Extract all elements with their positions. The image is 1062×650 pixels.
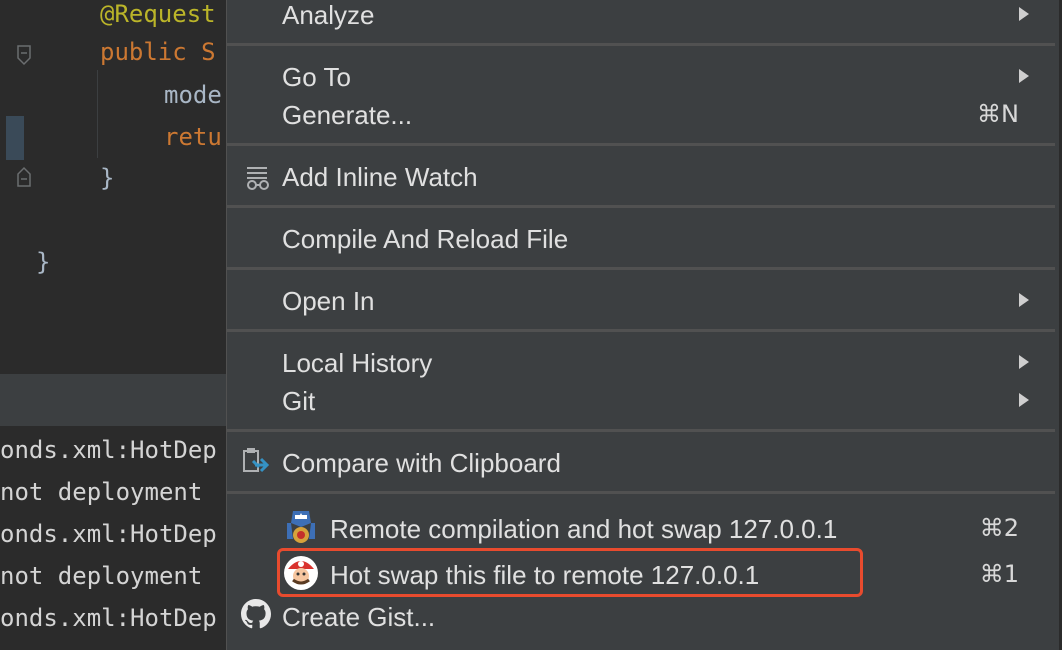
code-line-model: mode bbox=[164, 81, 222, 109]
menu-item-label: Git bbox=[282, 386, 316, 416]
breakpoint-gutter-highlight bbox=[6, 116, 24, 160]
highlight-annotation-box bbox=[277, 548, 863, 597]
shortcut-label: ⌘2 bbox=[979, 514, 1019, 542]
console-line: onds.xml:HotDep bbox=[0, 604, 217, 632]
menu-item-label: Generate... bbox=[282, 100, 413, 130]
menu-item-label: Remote compilation and hot swap 127.0.0.… bbox=[330, 514, 838, 544]
menu-separator bbox=[227, 43, 1059, 46]
menu-separator bbox=[227, 429, 1059, 432]
menu-item-label: Open In bbox=[282, 286, 375, 316]
fold-marker-icon[interactable] bbox=[16, 44, 32, 71]
submenu-arrow-icon bbox=[1019, 293, 1029, 307]
menu-item-generate[interactable]: Generate... ⌘N bbox=[227, 95, 1059, 133]
menu-separator bbox=[227, 329, 1059, 332]
menu-item-go-to[interactable]: Go To bbox=[227, 57, 1059, 95]
submenu-arrow-icon bbox=[1019, 7, 1029, 21]
menu-item-label: Add Inline Watch bbox=[282, 162, 478, 192]
menu-item-compile-reload[interactable]: Compile And Reload File bbox=[227, 219, 1059, 257]
menu-item-remote-compile[interactable]: Remote compilation and hot swap 127.0.0.… bbox=[227, 509, 1059, 547]
code-line-return: retu bbox=[164, 123, 222, 151]
menu-item-label: Compile And Reload File bbox=[282, 224, 569, 254]
console-output[interactable]: onds.xml:HotDep not deployment onds.xml:… bbox=[0, 426, 230, 650]
menu-scrollbar[interactable] bbox=[1055, 0, 1059, 650]
shortcut-label: ⌘N bbox=[977, 100, 1019, 128]
menu-separator bbox=[227, 143, 1059, 146]
github-icon bbox=[241, 599, 271, 636]
menu-item-compare-clipboard[interactable]: Compare with Clipboard bbox=[227, 443, 1059, 481]
menu-item-label: Create Gist... bbox=[282, 602, 436, 632]
fold-marker-icon[interactable] bbox=[16, 166, 32, 193]
shortcut-label: ⌘1 bbox=[979, 560, 1019, 588]
context-menu: Analyze Go To Generate... ⌘N Add Inline … bbox=[226, 0, 1059, 650]
console-line: not deployment bbox=[0, 478, 217, 506]
console-toolbar bbox=[0, 374, 230, 426]
code-line-close-brace: } bbox=[36, 248, 51, 276]
menu-item-create-gist[interactable]: Create Gist... bbox=[227, 597, 1059, 635]
menu-separator bbox=[227, 267, 1059, 270]
menu-separator bbox=[227, 491, 1059, 494]
submenu-arrow-icon bbox=[1019, 355, 1029, 369]
indent-guide bbox=[97, 70, 98, 158]
menu-item-open-in[interactable]: Open In bbox=[227, 281, 1059, 319]
menu-item-label: Compare with Clipboard bbox=[282, 448, 561, 478]
menu-separator bbox=[227, 205, 1059, 208]
console-line: onds.xml:HotDep bbox=[0, 520, 217, 548]
console-line: not deployment bbox=[0, 562, 217, 590]
submenu-arrow-icon bbox=[1019, 393, 1029, 407]
code-editor[interactable]: @Request public S mode retu } } bbox=[0, 0, 230, 374]
menu-item-add-inline-watch[interactable]: Add Inline Watch bbox=[227, 157, 1059, 195]
clipboard-compare-icon bbox=[241, 447, 271, 484]
inline-watch-icon bbox=[245, 165, 271, 198]
menu-item-git[interactable]: Git bbox=[227, 381, 1059, 419]
menu-item-local-history[interactable]: Local History bbox=[227, 343, 1059, 381]
code-line-close-brace: } bbox=[100, 164, 115, 192]
code-line-annotation: @Request bbox=[100, 0, 216, 28]
submenu-arrow-icon bbox=[1019, 69, 1029, 83]
menu-item-analyze[interactable]: Analyze bbox=[227, 0, 1059, 33]
captain-america-icon bbox=[285, 509, 317, 552]
menu-item-label: Local History bbox=[282, 348, 433, 378]
menu-item-label: Analyze bbox=[282, 0, 375, 30]
code-line-method-signature: public S bbox=[100, 38, 216, 66]
menu-item-label: Go To bbox=[282, 62, 351, 92]
console-line: onds.xml:HotDep bbox=[0, 436, 217, 464]
